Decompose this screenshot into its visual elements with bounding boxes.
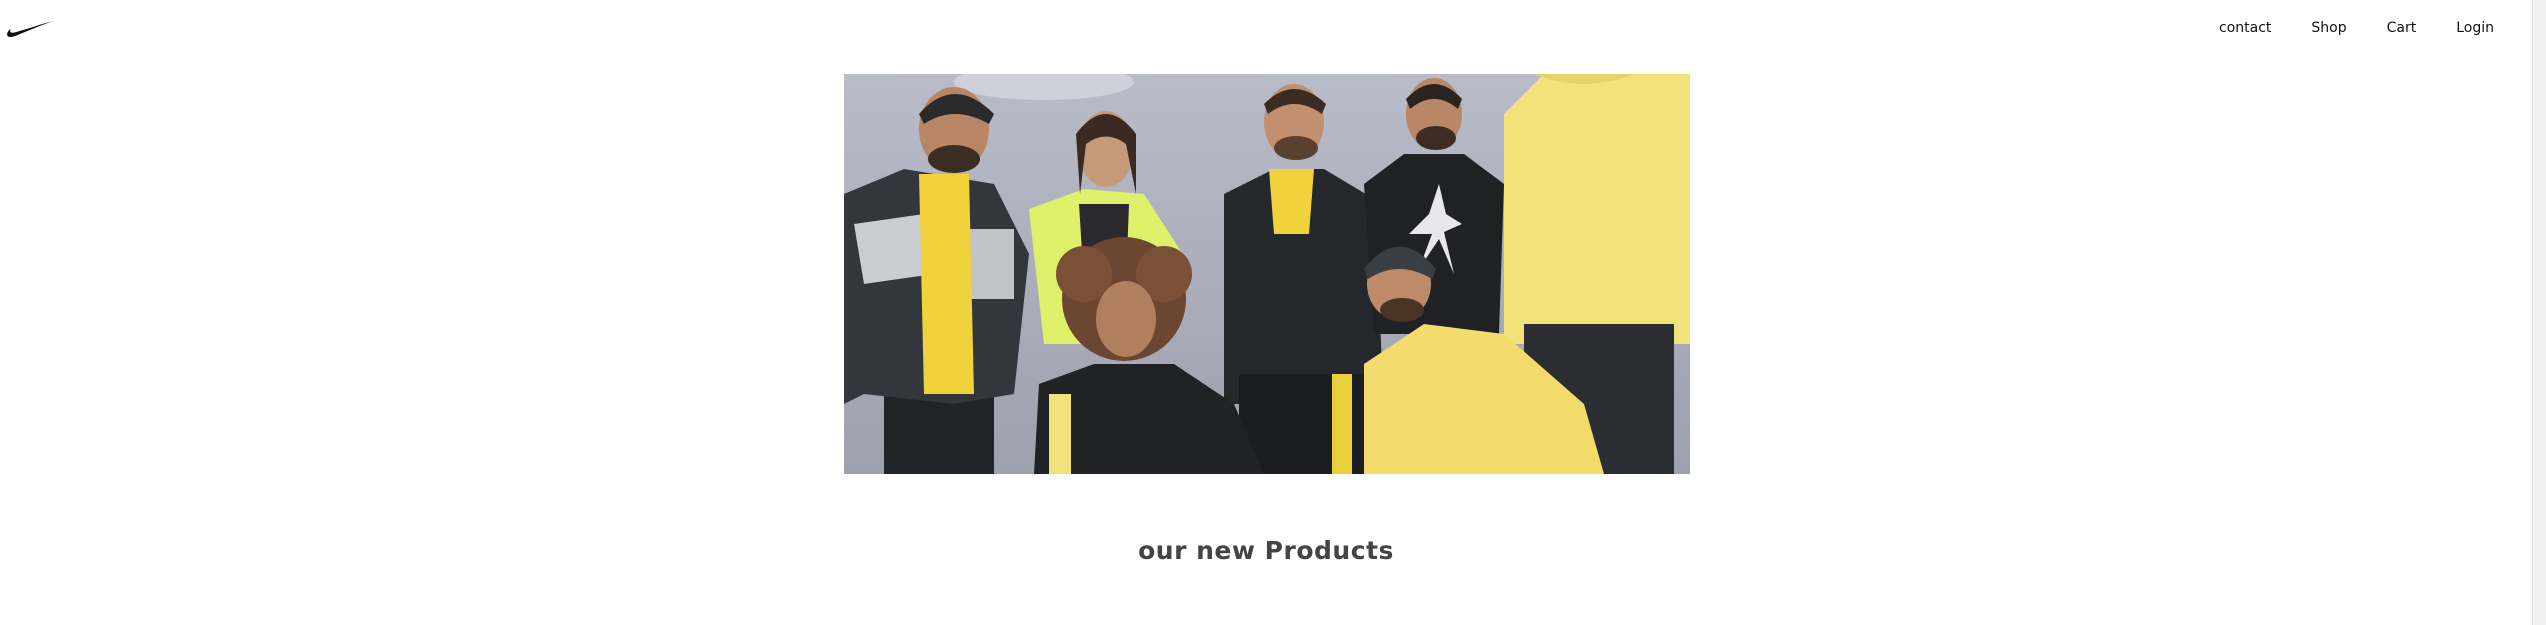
nike-logo-icon[interactable] — [6, 19, 54, 39]
section-title: our new Products — [1138, 536, 1394, 565]
nav-contact-link[interactable]: contact — [2219, 20, 2271, 36]
site-header: contact Shop Cart Login — [0, 0, 2532, 58]
nav-cart-link[interactable]: Cart — [2387, 20, 2417, 36]
hero-photo — [844, 74, 1690, 474]
page-scrollbar[interactable] — [2532, 0, 2546, 625]
hero-image — [844, 74, 1690, 474]
main-nav: contact Shop Cart Login — [2219, 20, 2494, 36]
nav-login-link[interactable]: Login — [2456, 20, 2494, 36]
page: contact Shop Cart Login our new Products — [0, 0, 2546, 625]
swoosh-icon — [7, 21, 53, 37]
nav-shop-link[interactable]: Shop — [2311, 20, 2346, 36]
